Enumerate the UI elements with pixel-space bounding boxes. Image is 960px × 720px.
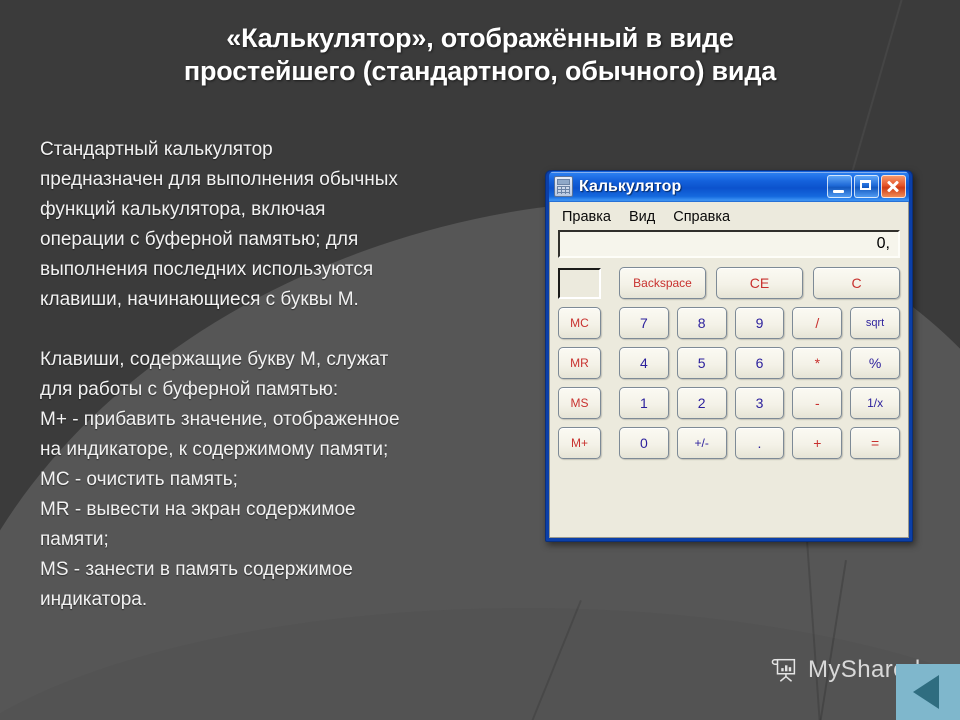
button-mc[interactable]: MC xyxy=(558,307,601,339)
calculator-window-title: Калькулятор xyxy=(579,177,682,195)
button-plusdivminus[interactable]: +/- xyxy=(676,427,727,459)
button-equals[interactable]: = xyxy=(850,427,900,459)
button-mul[interactable]: * xyxy=(792,347,843,379)
calculator-keypad: MC MR MS M+ 7 8 9/sqrt 4 5 6 *% 1 2 3-1/x 0 +/-. + = xyxy=(558,307,900,459)
body-line: на индикаторе, к содержимому памяти; xyxy=(40,439,389,460)
button-0[interactable]: 0 xyxy=(619,427,669,459)
calculator-icon xyxy=(554,176,573,197)
calculator-client-area: Правка Вид Справка 0, Backspace CE C MC MR MS M… xyxy=(549,202,909,538)
calculator-menubar: Правка Вид Справка xyxy=(558,207,900,230)
button-plus[interactable]: + xyxy=(792,427,843,459)
page-title: «Калькулятор», отображённый в виде прост… xyxy=(60,22,900,88)
button-7[interactable]: 7 xyxy=(619,307,669,339)
button-ms[interactable]: MS xyxy=(558,387,601,419)
body-line: МR - вывести на экран содержимое xyxy=(40,499,356,520)
button-div[interactable]: / xyxy=(792,307,843,339)
calculator-display[interactable]: 0, xyxy=(558,230,900,258)
body-line: Клавиши, содержащие букву М, служат xyxy=(40,349,389,370)
calculator-top-row: Backspace CE C xyxy=(558,267,900,299)
button-3[interactable]: 3 xyxy=(734,387,785,419)
menu-item-2[interactable]: Вид xyxy=(629,209,655,225)
close-icon[interactable] xyxy=(881,175,906,198)
button-1[interactable]: 1 xyxy=(619,387,669,419)
button-sqrt[interactable]: sqrt xyxy=(850,307,900,339)
body-line: операции с буферной памятью; для xyxy=(40,229,359,250)
calculator-titlebar[interactable]: Калькулятор xyxy=(549,171,909,202)
menu-item-1[interactable]: Правка xyxy=(562,209,611,225)
body-text: Стандартный калькулятор предназначен для … xyxy=(40,135,530,615)
page-title-line: «Калькулятор», отображённый в виде xyxy=(226,23,734,53)
calculator-window: Калькулятор Правка Вид Справка 0, Backspac… xyxy=(545,170,913,542)
body-paragraph: Стандартный калькулятор предназначен для … xyxy=(40,135,530,315)
button-1divx[interactable]: 1/x xyxy=(850,387,900,419)
calculator-main-keys: 7 8 9/sqrt 4 5 6 *% 1 2 3-1/x 0 +/-. + = xyxy=(619,307,900,459)
body-line: Стандартный калькулятор xyxy=(40,139,273,160)
body-line: МС - очистить память; xyxy=(40,469,238,490)
button-9[interactable]: 9 xyxy=(734,307,785,339)
body-line: индикатора. xyxy=(40,589,148,610)
minimize-icon[interactable] xyxy=(827,175,852,198)
window-controls xyxy=(827,175,906,198)
body-line: М+ - прибавить значение, отображенное xyxy=(40,409,400,430)
page-title-line: простейшего (стандартного, обычного) вид… xyxy=(183,56,777,86)
body-line: МS - занести в память содержимое xyxy=(40,559,353,580)
button-5[interactable]: 5 xyxy=(676,347,727,379)
button-6[interactable]: 6 xyxy=(734,347,785,379)
button-backspace[interactable]: Backspace xyxy=(619,267,706,299)
button-ce[interactable]: CE xyxy=(716,267,803,299)
presentation-board-icon xyxy=(771,658,796,682)
maximize-icon[interactable] xyxy=(854,175,879,198)
button-4[interactable]: 4 xyxy=(619,347,669,379)
button-dot[interactable]: . xyxy=(734,427,785,459)
button-minus[interactable]: - xyxy=(792,387,843,419)
body-line: для работы с буферной памятью: xyxy=(40,379,339,400)
button-mplus[interactable]: M+ xyxy=(558,427,601,459)
slide-canvas: «Калькулятор», отображённый в виде прост… xyxy=(0,0,960,720)
body-line: предназначен для выполнения обычных xyxy=(40,169,398,190)
body-line: выполнения последних используются xyxy=(40,259,374,280)
button-mr[interactable]: MR xyxy=(558,347,601,379)
memory-indicator xyxy=(558,267,601,299)
memory-buttons-column: MC MR MS M+ xyxy=(558,307,601,459)
body-line: функций калькулятора, включая xyxy=(40,199,326,220)
menu-item-3[interactable]: Справка xyxy=(673,209,730,225)
body-line: клавиши, начинающиеся с буквы М. xyxy=(40,289,359,310)
previous-slide-arrow-icon[interactable] xyxy=(896,664,960,720)
clear-buttons-group: Backspace CE C xyxy=(619,267,900,299)
body-paragraph: Клавиши, содержащие букву М, служат для р… xyxy=(40,345,530,615)
button-8[interactable]: 8 xyxy=(676,307,727,339)
button-percent[interactable]: % xyxy=(850,347,900,379)
body-line: памяти; xyxy=(40,529,109,550)
button-2[interactable]: 2 xyxy=(676,387,727,419)
button-c[interactable]: C xyxy=(813,267,900,299)
